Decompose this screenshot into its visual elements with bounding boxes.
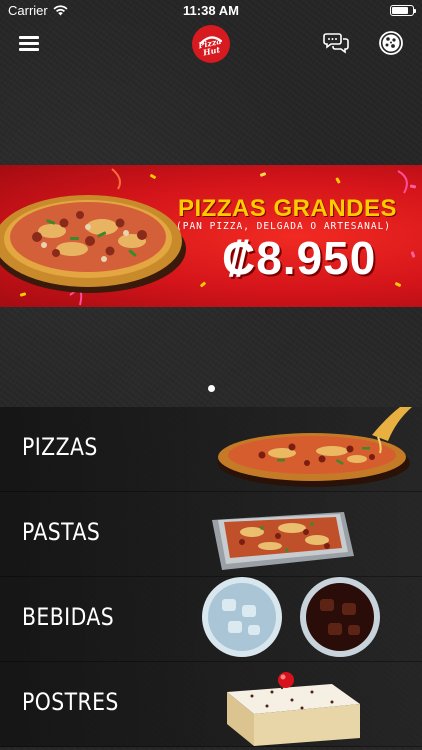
pizza-image	[218, 407, 412, 487]
nav-bar: Pizza Hut	[0, 22, 422, 66]
dessert-image	[227, 672, 360, 746]
pizza-icon[interactable]	[378, 30, 404, 56]
category-label: PASTAS	[22, 518, 101, 546]
category-label: PIZZAS	[22, 433, 98, 461]
category-label: POSTRES	[22, 688, 119, 716]
battery-icon	[390, 5, 416, 16]
category-pizzas[interactable]: PIZZAS	[0, 407, 422, 492]
category-postres[interactable]: POSTRES	[0, 662, 422, 747]
promo-banner[interactable]: PIZZAS GRANDES (PAN PIZZA, DELGADA O ART…	[0, 165, 422, 307]
carousel-page-indicator[interactable]	[0, 385, 422, 393]
pasta-tray-image	[212, 512, 354, 570]
category-bebidas[interactable]: BEBIDAS	[0, 577, 422, 662]
chat-bubbles-icon[interactable]	[323, 30, 349, 56]
drinks-image	[202, 577, 380, 657]
category-label: BEBIDAS	[22, 603, 115, 631]
logo-text: Pizza Hut	[198, 36, 224, 58]
clock: 11:38 AM	[183, 3, 239, 18]
page-dot-active[interactable]	[207, 385, 215, 392]
banner-headline: PIZZAS GRANDES	[178, 195, 398, 222]
promo-pizza-image	[0, 195, 186, 293]
status-bar: Carrier 11:38 AM	[0, 0, 422, 22]
banner-price: ₡8.950	[222, 232, 377, 284]
pizza-hut-logo[interactable]: Pizza Hut	[192, 25, 230, 63]
category-pastas[interactable]: PASTAS	[0, 492, 422, 577]
hamburger-menu-icon[interactable]	[19, 36, 39, 52]
category-list: PIZZAS PASTAS BEBIDAS POSTRES	[0, 407, 422, 747]
